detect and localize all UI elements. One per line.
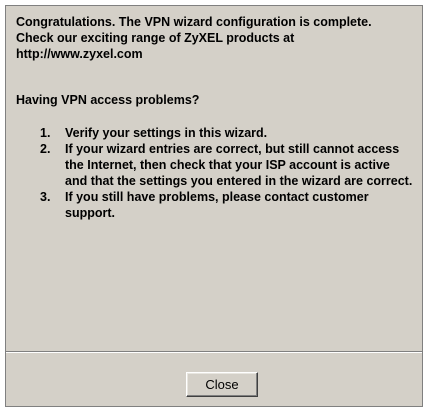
divider [6,351,422,353]
dialog-message: Congratulations. The VPN wizard configur… [6,6,422,351]
step-text: If you still have problems, please conta… [65,190,369,220]
step-text: Verify your settings in this wizard. [65,126,268,140]
zyxel-products-text: Check our exciting range of ZyXEL produc… [16,31,295,61]
list-item: 3. If you still have problems, please co… [16,189,414,221]
congratulations-text: Congratulations. The VPN wizard configur… [16,15,372,29]
troubleshooting-steps: 1. Verify your settings in this wizard. … [16,125,414,221]
step-text: If your wizard entries are correct, but … [65,142,413,188]
step-number: 2. [40,142,51,156]
problems-heading: Having VPN access problems? [16,93,200,107]
step-number: 3. [40,190,51,204]
close-button[interactable]: Close [186,372,258,397]
completion-message: Congratulations. The VPN wizard configur… [16,14,414,62]
vpn-wizard-complete-dialog: Congratulations. The VPN wizard configur… [5,5,423,407]
list-item: 1. Verify your settings in this wizard. [16,125,414,141]
step-number: 1. [40,126,51,140]
list-item: 2. If your wizard entries are correct, b… [16,141,414,189]
